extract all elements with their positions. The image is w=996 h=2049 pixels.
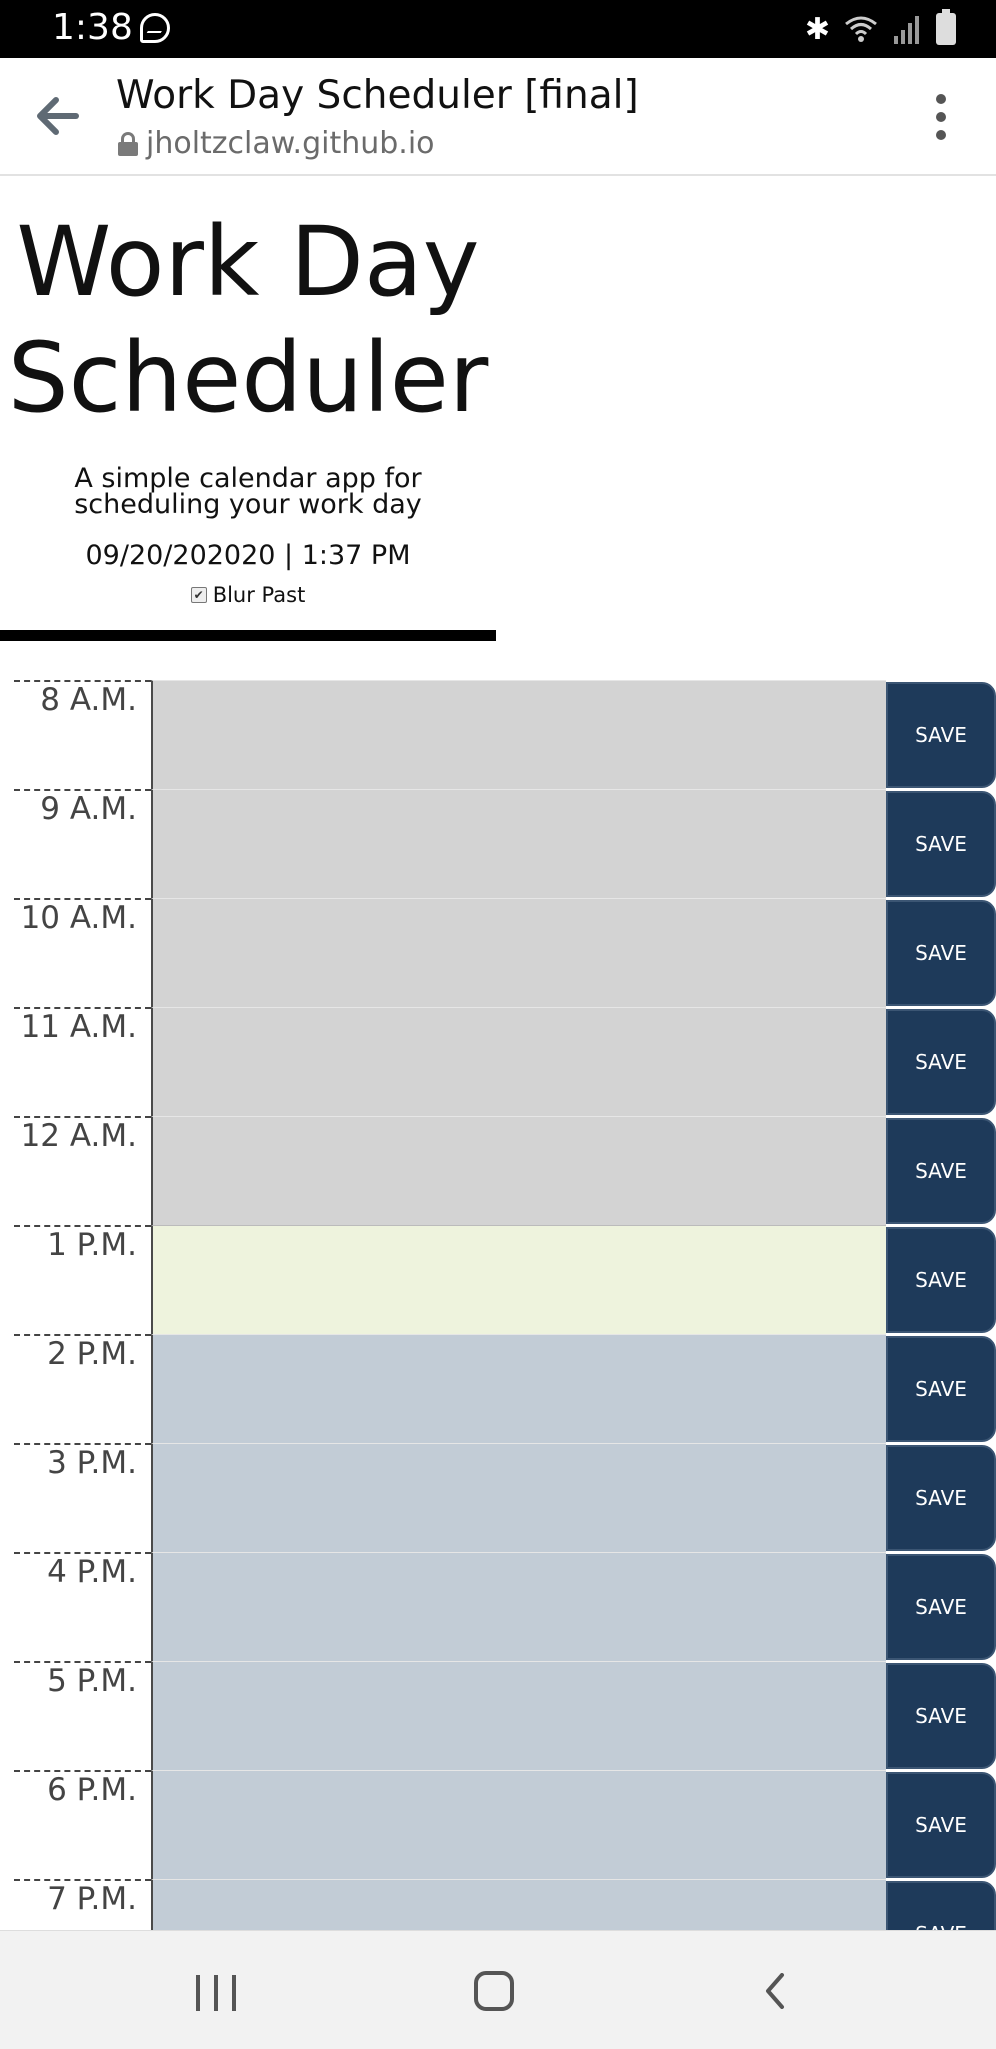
event-description-textarea[interactable] <box>151 680 886 789</box>
save-button[interactable]: SAVE <box>886 682 996 788</box>
save-button[interactable]: SAVE <box>886 1336 996 1442</box>
save-button[interactable]: SAVE <box>886 1772 996 1878</box>
more-options-icon[interactable] <box>934 94 948 140</box>
event-description-textarea[interactable] <box>151 1007 886 1116</box>
status-time: 1:38 <box>52 7 133 48</box>
event-description-textarea[interactable] <box>151 1552 886 1661</box>
hour-label: 10 A.M. <box>14 898 151 1007</box>
time-block-row: 5 P.M. SAVE <box>14 1661 996 1770</box>
hour-label: 1 P.M. <box>14 1225 151 1334</box>
messenger-icon <box>140 13 170 43</box>
hour-label: 2 P.M. <box>14 1334 151 1443</box>
signal-icon <box>892 14 922 44</box>
home-icon[interactable] <box>474 1971 514 2011</box>
time-block-row: 1 P.M. SAVE <box>14 1225 996 1334</box>
save-button[interactable]: SAVE <box>886 791 996 897</box>
nav-back-icon[interactable] <box>758 1973 794 2009</box>
save-button[interactable]: SAVE <box>886 1227 996 1333</box>
lead-text: A simple calendar app for scheduling you… <box>74 463 422 520</box>
event-description-textarea[interactable] <box>151 1116 886 1225</box>
blur-past-toggle[interactable]: ✔ Blur Past <box>0 583 496 607</box>
event-description-textarea[interactable] <box>151 1225 886 1334</box>
hour-label: 3 P.M. <box>14 1443 151 1552</box>
time-block-row: 12 A.M. SAVE <box>14 1116 996 1225</box>
android-nav-bar <box>0 1930 996 2049</box>
bluetooth-icon: ✱ <box>804 11 830 47</box>
browser-page-title: Work Day Scheduler [final] <box>116 73 639 118</box>
time-block-row: 10 A.M. SAVE <box>14 898 996 1007</box>
hour-label: 5 P.M. <box>14 1661 151 1770</box>
status-icons: ✱ <box>804 9 956 48</box>
page-title: Work Day Scheduler <box>0 204 496 436</box>
blur-past-checkbox[interactable]: ✔ <box>190 587 207 603</box>
wifi-icon <box>844 14 878 44</box>
hour-label: 12 A.M. <box>14 1116 151 1225</box>
save-button[interactable]: SAVE <box>886 900 996 1006</box>
hour-label: 11 A.M. <box>14 1007 151 1116</box>
save-button[interactable]: SAVE <box>886 1554 996 1660</box>
status-bar: 1:38 ✱ <box>0 0 996 58</box>
hour-label: 8 A.M. <box>14 680 151 789</box>
hour-label: 9 A.M. <box>14 789 151 898</box>
save-button[interactable]: SAVE <box>886 1445 996 1551</box>
event-description-textarea[interactable] <box>151 1334 886 1443</box>
lock-icon <box>118 131 138 156</box>
hour-label: 4 P.M. <box>14 1552 151 1661</box>
save-button[interactable]: SAVE <box>886 1118 996 1224</box>
event-description-textarea[interactable] <box>151 1443 886 1552</box>
time-block-row: 8 A.M. SAVE <box>14 680 996 789</box>
event-description-textarea[interactable] <box>151 898 886 1007</box>
event-description-textarea[interactable] <box>151 1770 886 1879</box>
recent-apps-icon[interactable] <box>196 1975 236 2011</box>
hour-label: 6 P.M. <box>14 1770 151 1879</box>
save-button[interactable]: SAVE <box>886 1009 996 1115</box>
battery-icon <box>936 9 956 45</box>
title-line-1: Work Day <box>16 206 480 318</box>
save-button[interactable]: SAVE <box>886 1663 996 1769</box>
url-bar[interactable]: jholtzclaw.github.io <box>118 126 435 161</box>
event-description-textarea[interactable] <box>151 789 886 898</box>
jumbotron-header: Work Day Scheduler A simple calendar app… <box>0 176 496 607</box>
blur-past-label: Blur Past <box>212 583 306 607</box>
event-description-textarea[interactable] <box>151 1661 886 1770</box>
time-block-row: 9 A.M. SAVE <box>14 789 996 898</box>
time-block-row: 2 P.M. SAVE <box>14 1334 996 1443</box>
time-block-row: 6 P.M. SAVE <box>14 1770 996 1879</box>
time-block-row: 4 P.M. SAVE <box>14 1552 996 1661</box>
time-block-row: 3 P.M. SAVE <box>14 1443 996 1552</box>
url-text: jholtzclaw.github.io <box>146 126 435 161</box>
browser-bar: Work Day Scheduler [final] jholtzclaw.gi… <box>0 58 996 176</box>
time-block-row: 11 A.M. SAVE <box>14 1007 996 1116</box>
header-divider <box>0 630 496 641</box>
current-day: 09/20/202020 | 1:37 PM <box>85 540 411 571</box>
title-line-2: Scheduler <box>7 322 489 434</box>
back-arrow-icon[interactable] <box>34 94 82 138</box>
